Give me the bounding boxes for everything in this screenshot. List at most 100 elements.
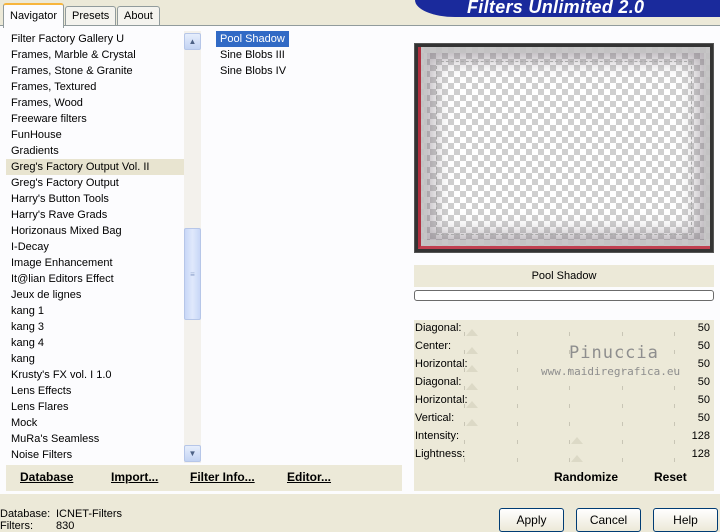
slider-row[interactable]: Center: 50 xyxy=(414,338,714,356)
scroll-thumb[interactable]: ≡ xyxy=(184,228,201,320)
slider-thumb-icon[interactable] xyxy=(571,455,583,462)
slider-value: 50 xyxy=(697,322,710,334)
reset-button[interactable]: Reset xyxy=(654,470,687,484)
slider-value: 50 xyxy=(697,340,710,352)
category-item[interactable]: Freeware filters xyxy=(6,111,184,127)
slider-value: 128 xyxy=(691,430,710,442)
category-item[interactable]: Gradients xyxy=(6,143,184,159)
category-list[interactable]: Filter Factory Gallery U Frames, Marble &… xyxy=(6,31,184,463)
slider-label: Vertical: xyxy=(415,412,455,424)
slider-track[interactable] xyxy=(464,383,675,390)
slider-track[interactable] xyxy=(464,419,675,426)
category-item[interactable]: kang 1 xyxy=(6,303,184,319)
list-toolbar: Database Import... Filter Info... Editor… xyxy=(6,465,402,491)
slider-track[interactable] xyxy=(464,455,675,462)
category-item[interactable]: I-Decay xyxy=(6,239,184,255)
slider-row[interactable]: Diagonal: 50 xyxy=(414,320,714,338)
category-item[interactable]: Mock xyxy=(6,415,184,431)
slider-thumb-icon[interactable] xyxy=(466,329,478,336)
category-item[interactable]: Greg's Factory Output Vol. II xyxy=(6,159,184,175)
progress-bar xyxy=(414,290,714,301)
slider-track[interactable] xyxy=(464,401,675,408)
category-scrollbar[interactable]: ▲ ≡ ▼ xyxy=(184,31,201,463)
slider-label: Lightness: xyxy=(415,448,466,460)
filter-toolbar: Randomize Reset xyxy=(414,465,714,491)
import-button[interactable]: Import... xyxy=(111,470,158,484)
tab-presets[interactable]: Presets xyxy=(65,6,117,26)
slider-label: Horizontal: xyxy=(415,358,468,370)
tab-navigator[interactable]: Navigator xyxy=(3,3,65,28)
banner: Filters Unlimited 2.0 xyxy=(415,0,720,17)
tab-about[interactable]: About xyxy=(117,6,160,26)
category-item[interactable]: Filter Factory Gallery U xyxy=(6,31,184,47)
category-item[interactable]: Lens Effects xyxy=(6,383,184,399)
slider-row[interactable]: Horizontal: 50 xyxy=(414,392,714,410)
filter-title: Pool Shadow xyxy=(414,265,714,287)
slider-label: Diagonal: xyxy=(415,376,462,388)
slider-value: 50 xyxy=(697,376,710,388)
category-item[interactable]: Horizonaus Mixed Bag xyxy=(6,223,184,239)
slider-label: Horizontal: xyxy=(415,394,468,406)
category-item[interactable]: kang 3 xyxy=(6,319,184,335)
slider-thumb-icon[interactable] xyxy=(466,383,478,390)
category-item[interactable]: MuRa's Seamless xyxy=(6,431,184,447)
category-item[interactable]: Lens Flares xyxy=(6,399,184,415)
scroll-up-icon[interactable]: ▲ xyxy=(184,33,201,50)
category-item[interactable]: Greg's Factory Output xyxy=(6,175,184,191)
category-item[interactable]: It@lian Editors Effect xyxy=(6,271,184,287)
slider-track[interactable] xyxy=(464,437,675,444)
category-item[interactable]: Frames, Marble & Crystal xyxy=(6,47,184,63)
slider-thumb-icon[interactable] xyxy=(466,401,478,408)
slider-label: Diagonal: xyxy=(415,322,462,334)
help-button[interactable]: Help xyxy=(653,508,718,532)
database-label: Database: xyxy=(0,508,51,520)
watermark-url: www.maidiregrafica.eu xyxy=(541,365,681,378)
filter-item[interactable]: Pool Shadow xyxy=(216,31,289,47)
scroll-down-icon[interactable]: ▼ xyxy=(184,445,201,462)
database-value: ICNET-Filters xyxy=(56,508,122,520)
watermark-name: Pinuccia xyxy=(569,343,659,363)
category-item[interactable]: Jeux de lignes xyxy=(6,287,184,303)
category-item[interactable]: Frames, Wood xyxy=(6,95,184,111)
randomize-button[interactable]: Randomize xyxy=(554,470,618,484)
slider-value: 50 xyxy=(697,412,710,424)
slider-thumb-icon[interactable] xyxy=(466,365,478,372)
cancel-button[interactable]: Cancel xyxy=(576,508,641,532)
filter-item[interactable]: Sine Blobs III xyxy=(216,47,289,63)
category-item[interactable]: kang 4 xyxy=(6,335,184,351)
filters-label: Filters: xyxy=(0,520,33,532)
category-item[interactable]: Frames, Textured xyxy=(6,79,184,95)
slider-thumb-icon[interactable] xyxy=(466,419,478,426)
category-item[interactable]: FunHouse xyxy=(6,127,184,143)
database-button[interactable]: Database xyxy=(20,470,73,484)
preview-panel xyxy=(414,43,714,253)
database-info: Database: ICNET-Filters Filters: 830 xyxy=(0,508,122,532)
slider-value: 50 xyxy=(697,358,710,370)
filter-item[interactable]: Sine Blobs IV xyxy=(216,63,290,79)
apply-button[interactable]: Apply xyxy=(499,508,564,532)
slider-panel: Diagonal: 50 Center: 50 Horizontal: 50 Diagona… xyxy=(414,320,714,466)
slider-label: Intensity: xyxy=(415,430,460,442)
slider-row[interactable]: Intensity: 128 xyxy=(414,428,714,446)
slider-value: 128 xyxy=(691,448,710,460)
filter-info-button[interactable]: Filter Info... xyxy=(190,470,255,484)
category-item[interactable]: Krusty's FX vol. I 1.0 xyxy=(6,367,184,383)
editor-button[interactable]: Editor... xyxy=(287,470,331,484)
category-item[interactable]: Noise Filters xyxy=(6,447,184,463)
category-item[interactable]: Harry's Button Tools xyxy=(6,191,184,207)
banner-title: Filters Unlimited 2.0 xyxy=(467,0,645,17)
slider-thumb-icon[interactable] xyxy=(571,437,583,444)
slider-row[interactable]: Vertical: 50 xyxy=(414,410,714,428)
category-item[interactable]: Image Enhancement xyxy=(6,255,184,271)
slider-thumb-icon[interactable] xyxy=(466,347,478,354)
slider-row[interactable]: Lightness: 128 xyxy=(414,446,714,464)
preview-image xyxy=(418,47,710,249)
slider-label: Center: xyxy=(415,340,452,352)
category-item[interactable]: Frames, Stone & Granite xyxy=(6,63,184,79)
filter-list[interactable]: Pool Shadow Sine Blobs III Sine Blobs IV xyxy=(214,31,404,463)
category-item[interactable]: Harry's Rave Grads xyxy=(6,207,184,223)
slider-track[interactable] xyxy=(464,329,675,336)
slider-value: 50 xyxy=(697,394,710,406)
filters-count: 830 xyxy=(56,520,75,532)
category-item[interactable]: kang xyxy=(6,351,184,367)
